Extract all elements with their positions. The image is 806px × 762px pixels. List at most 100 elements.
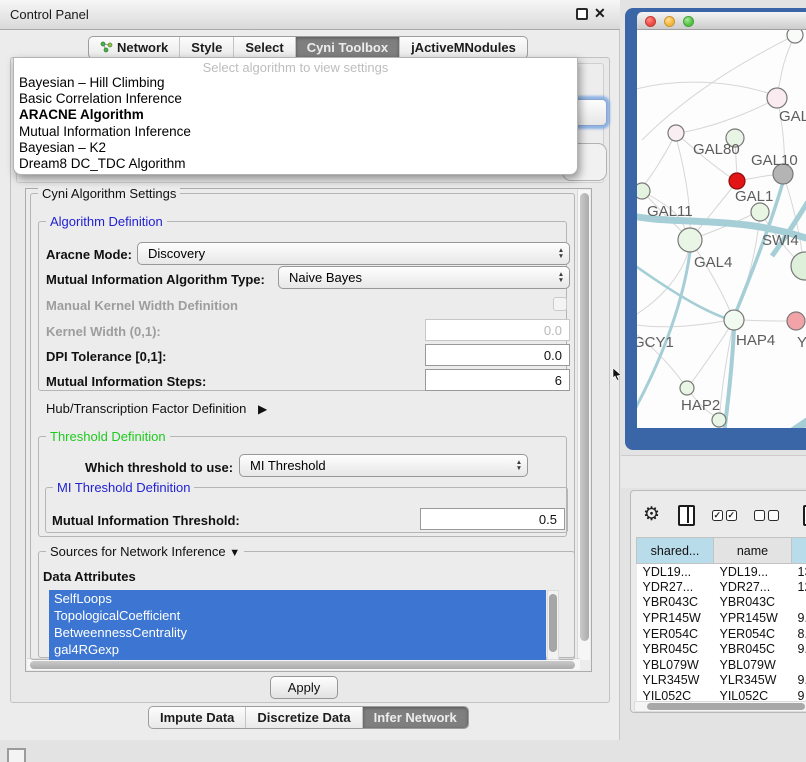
tab-cyni-toolbox[interactable]: Cyni Toolbox (296, 37, 400, 58)
algorithm-option[interactable]: Mutual Information Inference (14, 124, 577, 140)
tab-jactivemnodules[interactable]: jActiveMNodules (400, 37, 527, 58)
horizontal-scrollbar-thumb[interactable] (30, 661, 575, 669)
float-panel-icon[interactable] (576, 8, 588, 20)
node-label: GCY1 (637, 334, 674, 351)
kernel-width-field[interactable]: 0.0 (425, 319, 570, 341)
data-attribute-item[interactable]: gal4RGexp (49, 641, 546, 658)
hub-definition-toggle[interactable]: Hub/Transcription Factor Definition ▶ (46, 401, 267, 416)
expand-arrow-icon[interactable]: ▶ (258, 402, 267, 416)
tab-network[interactable]: Network (89, 37, 180, 58)
table-column-header[interactable]: shared... (637, 538, 714, 564)
algorithm-option[interactable]: ARACNE Algorithm (14, 107, 577, 123)
node-table[interactable]: shared...nameA YDL19...YDL19...13YDR27..… (636, 537, 806, 704)
mi-steps-field[interactable]: 6 (425, 369, 570, 391)
network-canvas[interactable]: GAL7GAL80GAL10GAL1GAL11GAL4SWI4GCY1HAP4Y… (637, 30, 806, 428)
mi-type-combo[interactable]: Naive Bayes ▲▼ (278, 266, 570, 289)
node-label: SWI4 (762, 232, 799, 249)
algorithm-popup-placeholder: Select algorithm to view settings (14, 58, 577, 75)
zoom-traffic-light-icon[interactable] (683, 16, 694, 27)
network-node[interactable] (787, 30, 803, 43)
tab-label: Network (117, 40, 168, 55)
combo-steppers-icon: ▲▼ (511, 460, 527, 471)
network-node-gal11[interactable] (637, 183, 650, 199)
table-row[interactable]: YBL079WYBL079W (637, 657, 806, 673)
combo-steppers-icon: ▲▼ (553, 272, 569, 283)
network-node-gal80[interactable] (668, 125, 684, 141)
tab-label: Infer Network (374, 710, 457, 725)
network-node[interactable] (729, 173, 745, 189)
network-node-labels: GAL7GAL80GAL10GAL1GAL11GAL4SWI4GCY1HAP4Y… (637, 108, 806, 414)
table-row[interactable]: YLR345WYLR345W9. (637, 673, 806, 689)
tab-select[interactable]: Select (234, 37, 295, 58)
data-attribute-item[interactable]: SelfLoops (49, 590, 546, 607)
algorithm-option[interactable]: Basic Correlation Inference (14, 91, 577, 107)
table-header-row[interactable]: shared...nameA (637, 538, 806, 564)
columns-icon[interactable] (678, 505, 695, 526)
mi-type-label: Mutual Information Algorithm Type: (46, 272, 265, 287)
dpi-tolerance-field[interactable]: 0.0 (425, 344, 570, 366)
gear-icon[interactable]: ⚙ (643, 505, 660, 525)
bottom-tab-discretize-data[interactable]: Discretize Data (246, 707, 362, 728)
network-window-titlebar[interactable] (637, 12, 806, 30)
mi-threshold-label: Mutual Information Threshold: (52, 513, 240, 528)
minimized-panel-icon[interactable] (7, 748, 26, 762)
bottom-tab-infer-network[interactable]: Infer Network (363, 707, 468, 728)
control-panel-tabbar: Network StyleSelectCyni ToolboxjActiveMNo… (88, 36, 528, 59)
vertical-scrollbar-thumb[interactable] (580, 193, 589, 641)
close-icon[interactable]: ✕ (594, 5, 606, 22)
network-node-gal7[interactable] (767, 88, 787, 108)
mi-threshold-field[interactable]: 0.5 (420, 508, 565, 530)
table-cell (792, 657, 806, 673)
network-view-frame[interactable]: GAL7GAL80GAL10GAL1GAL11GAL4SWI4GCY1HAP4Y… (625, 8, 806, 450)
vertical-scrollbar[interactable] (577, 190, 590, 660)
table-cell: YBL079W (714, 657, 792, 673)
manual-kernel-checkbox[interactable] (553, 297, 567, 311)
algorithm-dropdown-popup: Select algorithm to view settings Bayesi… (13, 57, 578, 175)
select-all-icon[interactable]: ✓✓ (712, 510, 737, 521)
algorithm-combo-partial[interactable] (574, 99, 607, 126)
network-node-gal4[interactable] (678, 228, 702, 252)
algorithm-option[interactable]: Bayesian – Hill Climbing (14, 75, 577, 91)
table-column-header[interactable]: name (714, 538, 792, 564)
data-attribute-item[interactable]: BetweennessCentrality (49, 624, 546, 641)
network-node-hap4[interactable] (724, 310, 744, 330)
deselect-all-icon[interactable] (754, 510, 779, 521)
table-horizontal-scrollbar[interactable] (634, 701, 806, 712)
control-panel-window: Control Panel ✕ NetworkStyleSelectCyni T… (0, 0, 620, 740)
minimize-traffic-light-icon[interactable] (664, 16, 675, 27)
attributes-scrollbar[interactable] (547, 590, 559, 660)
algorithm-option[interactable]: Dream8 DC_TDC Algorithm (14, 156, 577, 172)
aracne-mode-combo[interactable]: Discovery ▲▼ (137, 242, 570, 265)
table-row[interactable]: YDR27...YDR27...12 (637, 579, 806, 595)
network-graph[interactable]: GAL7GAL80GAL10GAL1GAL11GAL4SWI4GCY1HAP4Y… (637, 30, 806, 428)
network-node-ye[interactable] (787, 312, 805, 330)
table-row[interactable]: YER054CYER054C8. (637, 626, 806, 642)
which-threshold-label: Which threshold to use: (85, 460, 233, 475)
data-attributes-list[interactable]: SelfLoopsTopologicalCoefficientBetweenne… (49, 590, 546, 660)
close-traffic-light-icon[interactable] (645, 16, 656, 27)
table-toolbar: ⚙ ✓✓ (637, 501, 806, 529)
table-row[interactable]: YDL19...YDL19...13 (637, 564, 806, 580)
bottom-tab-impute-data[interactable]: Impute Data (149, 707, 246, 728)
node-label: GAL4 (694, 254, 732, 271)
algorithm-option[interactable]: Bayesian – K2 (14, 140, 577, 156)
table-column-header[interactable]: A (792, 538, 806, 564)
table-cell: YDR27... (714, 579, 792, 595)
table-row[interactable]: YBR045CYBR045C9. (637, 641, 806, 657)
data-attribute-item[interactable]: TopologicalCoefficient (49, 607, 546, 624)
table-scrollbar-thumb[interactable] (647, 703, 805, 710)
collapse-arrow-icon[interactable]: ▼ (229, 547, 240, 559)
algorithm-list: Bayesian – Hill ClimbingBasic Correlatio… (14, 75, 577, 172)
combo-steppers-icon: ▲▼ (553, 248, 569, 259)
network-node[interactable] (712, 413, 726, 427)
table-cell: YBR043C (714, 595, 792, 611)
network-node-gal1[interactable] (751, 203, 769, 221)
network-node-hap2[interactable] (680, 381, 694, 395)
apply-button[interactable]: Apply (270, 676, 338, 699)
table-row[interactable]: YPR145WYPR145W9. (637, 610, 806, 626)
tab-style[interactable]: Style (180, 37, 234, 58)
attributes-scrollbar-thumb[interactable] (549, 594, 557, 652)
table-cell: YDL19... (637, 564, 714, 580)
which-threshold-combo[interactable]: MI Threshold ▲▼ (239, 454, 528, 477)
table-row[interactable]: YBR043CYBR043C (637, 595, 806, 611)
